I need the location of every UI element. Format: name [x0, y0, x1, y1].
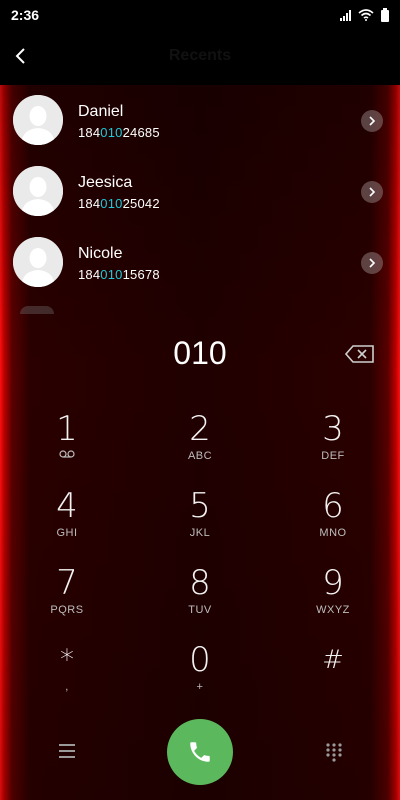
person-icon — [13, 237, 63, 287]
key-letters: DEF — [321, 450, 345, 462]
signal-icon — [340, 9, 351, 21]
avatar — [13, 166, 63, 216]
backspace-button[interactable] — [344, 345, 375, 363]
number-match: 010 — [100, 196, 123, 211]
list-item[interactable]: Daniel 18401024685 — [0, 85, 400, 156]
contact-detail-button[interactable] — [361, 110, 383, 132]
key-digit: * — [60, 643, 74, 676]
key-9[interactable]: 9 WXYZ — [278, 562, 388, 632]
wifi-icon — [358, 9, 374, 21]
key-digit: 5 — [189, 486, 211, 526]
contact-detail-button[interactable] — [361, 252, 383, 274]
avatar — [13, 237, 63, 287]
key-digit: # — [322, 645, 344, 675]
contact-number: 18401015678 — [78, 267, 160, 282]
key-digit: 7 — [56, 563, 78, 603]
backspace-icon — [344, 345, 374, 363]
key-letters: , — [65, 681, 69, 693]
chevron-right-icon — [369, 187, 376, 197]
status-icons — [340, 8, 390, 22]
key-letters: + — [196, 681, 204, 693]
status-bar: 2:36 — [0, 0, 400, 30]
contact-name: Nicole — [78, 245, 123, 262]
number-match: 010 — [100, 125, 123, 140]
key-8[interactable]: 8 TUV — [145, 562, 255, 632]
key-digit: 0 — [189, 640, 211, 680]
dialed-number: 010 — [173, 335, 227, 371]
key-2[interactable]: 2 ABC — [145, 408, 255, 478]
header: Recents — [0, 30, 400, 85]
dialpad-toggle-button[interactable] — [324, 742, 344, 762]
chevron-right-icon — [369, 116, 376, 126]
bottom-bar — [0, 716, 400, 786]
key-6[interactable]: 6 MNO — [278, 485, 388, 555]
key-0[interactable]: 0 + — [145, 639, 255, 709]
voicemail-icon — [59, 450, 75, 458]
key-letters: MNO — [319, 527, 347, 539]
key-digit: 6 — [322, 486, 344, 526]
menu-button[interactable] — [57, 742, 77, 760]
contact-name: Jeesica — [78, 174, 133, 191]
number-match: 010 — [100, 267, 123, 282]
contact-number: 18401025042 — [78, 196, 160, 211]
recents-list: Daniel 18401024685 Jeesica 18401025042 N… — [0, 85, 400, 310]
key-letters: TUV — [188, 604, 212, 616]
key-letters: PQRS — [50, 604, 84, 616]
key-hash[interactable]: # — [278, 639, 388, 709]
key-digit: 9 — [322, 563, 344, 603]
key-4[interactable]: 4 GHI — [12, 485, 122, 555]
status-time: 2:36 — [11, 7, 40, 23]
contact-name: Daniel — [78, 103, 124, 120]
list-item[interactable]: Nicole 18401015678 — [0, 227, 400, 298]
key-7[interactable]: 7 PQRS — [12, 562, 122, 632]
phone-icon — [190, 742, 210, 762]
key-letters: WXYZ — [316, 604, 350, 616]
page-title: Recents — [168, 47, 232, 64]
key-letters: ABC — [187, 450, 213, 462]
avatar — [13, 95, 63, 145]
key-star[interactable]: * , — [12, 639, 122, 709]
key-digit: 3 — [322, 409, 344, 449]
key-digit: 8 — [189, 563, 211, 603]
person-icon — [13, 166, 63, 216]
key-digit: 2 — [189, 409, 211, 449]
contact-number: 18401024685 — [78, 125, 160, 140]
key-1[interactable]: 1 — [12, 408, 122, 478]
key-digit: 4 — [56, 486, 78, 526]
dialer-screen: 2:36 Recents Daniel 18401024685 Jeesica … — [0, 0, 400, 800]
menu-icon — [59, 744, 75, 758]
chevron-right-icon — [369, 258, 376, 268]
person-icon — [13, 95, 63, 145]
list-item[interactable]: Jeesica 18401025042 — [0, 156, 400, 227]
call-button[interactable] — [167, 719, 233, 785]
key-letters: JKL — [189, 527, 211, 539]
key-letters: GHI — [56, 527, 78, 539]
key-3[interactable]: 3 DEF — [278, 408, 388, 478]
battery-icon — [381, 8, 389, 22]
contact-detail-button[interactable] — [361, 181, 383, 203]
key-5[interactable]: 5 JKL — [145, 485, 255, 555]
key-digit: 1 — [56, 409, 78, 449]
dialpad-icon — [326, 743, 342, 762]
